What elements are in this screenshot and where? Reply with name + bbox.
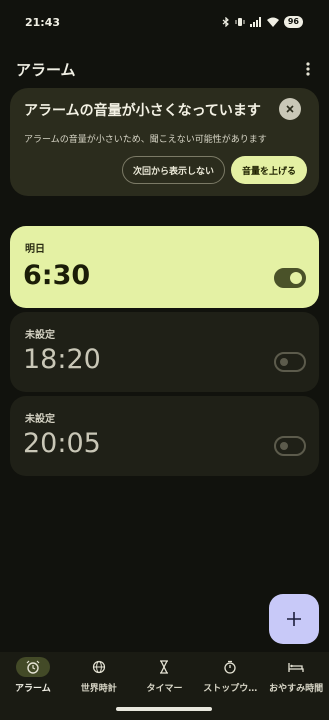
bed-icon [279, 657, 313, 677]
alarm-toggle[interactable] [274, 268, 306, 288]
close-icon[interactable] [279, 98, 301, 120]
nav-item-alarm[interactable]: アラーム [0, 652, 66, 720]
alarm-toggle[interactable] [274, 352, 306, 372]
alarm-time: 18:20 [23, 344, 101, 375]
banner-message: アラームの音量が小さいため、聞こえない可能性があります [24, 135, 267, 145]
app-bar: アラーム [0, 55, 329, 83]
alarm-card[interactable]: 明日 6:30 [10, 226, 319, 308]
raise-volume-button[interactable]: 音量を上げる [230, 156, 307, 184]
hourglass-icon [147, 657, 181, 677]
alarm-day: 未設定 [25, 330, 55, 341]
banner-actions: 次回から表示しない 音量を上げる [121, 156, 307, 184]
globe-icon [82, 657, 116, 677]
bluetooth-icon [222, 17, 229, 27]
alarm-toggle[interactable] [274, 436, 306, 456]
nav-label: おやすみ時間 [269, 684, 324, 694]
low-volume-banner: アラームの音量が小さくなっています アラームの音量が小さいため、聞こえない可能性… [10, 88, 319, 196]
alarm-day: 明日 [25, 244, 45, 255]
nav-item-bedtime[interactable]: おやすみ時間 [263, 652, 329, 720]
battery-indicator: 96 [283, 16, 303, 28]
add-icon [287, 612, 301, 626]
toggle-knob [290, 272, 302, 284]
stopwatch-icon [213, 657, 247, 677]
alarm-time: 20:05 [23, 428, 101, 459]
add-alarm-button[interactable] [269, 594, 319, 644]
dont-show-again-button[interactable]: 次回から表示しない [121, 156, 225, 184]
home-indicator[interactable] [116, 707, 212, 711]
nav-label: 世界時計 [80, 684, 117, 694]
alarm-card[interactable]: 未設定 20:05 [10, 396, 319, 476]
toggle-knob [280, 358, 288, 366]
signal-icon [249, 17, 261, 27]
alarm-time: 6:30 [23, 260, 91, 291]
page-title: アラーム [16, 60, 76, 79]
nav-label: アラーム [15, 684, 51, 694]
more-vert-icon[interactable] [301, 60, 315, 78]
wifi-icon [266, 17, 279, 27]
vibrate-icon [235, 18, 245, 26]
banner-title: アラームの音量が小さくなっています [24, 103, 261, 119]
nav-label: タイマー [146, 684, 183, 694]
alarm-card[interactable]: 未設定 18:20 [10, 312, 319, 392]
alarm-day: 未設定 [25, 414, 55, 425]
status-icons: 96 [222, 16, 303, 28]
status-time: 21:43 [25, 15, 61, 29]
nav-label: ストップウ… [203, 684, 258, 694]
toggle-knob [280, 442, 288, 450]
status-bar: 21:43 96 [0, 0, 329, 44]
alarm-icon [15, 657, 50, 677]
